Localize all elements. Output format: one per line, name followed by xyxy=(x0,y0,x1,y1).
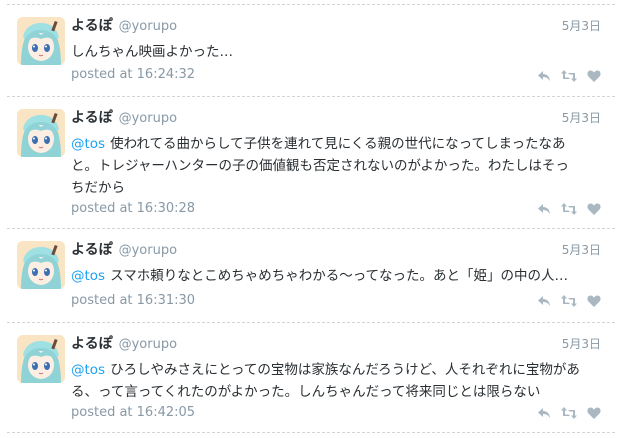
tweet-text-line: @tos 使われてる曲からして子供を連れて見にくる親の世代になってしまったなあ xyxy=(71,133,607,155)
tweet-text-segment: ひろしやみさえにとっての宝物は家族なんだろうけど、人それぞれに宝物があ xyxy=(110,362,580,378)
posted-time[interactable]: posted at 16:24:32 xyxy=(71,67,195,82)
user-avatar[interactable] xyxy=(17,17,65,65)
user-name[interactable]: よるぽ @yorupo xyxy=(71,239,177,259)
tweet-item[interactable]: よるぽ @yorupo 5月3日 @tos スマホ頼りなとこめちゃめちゃわかる〜って… xyxy=(7,228,615,321)
display-name[interactable]: よるぽ xyxy=(71,336,113,352)
favorite-icon[interactable] xyxy=(587,69,601,83)
posted-time[interactable]: posted at 16:31:30 xyxy=(71,293,195,308)
anime-avatar-icon xyxy=(17,241,65,289)
reply-icon[interactable] xyxy=(537,406,551,420)
user-handle[interactable]: @yorupo xyxy=(119,111,177,126)
retweet-icon[interactable] xyxy=(561,69,577,83)
tweet-actions xyxy=(537,406,603,420)
tweet-text-line: @tos ひろしやみさえにとっての宝物は家族なんだろうけど、人それぞれに宝物があ xyxy=(71,359,607,381)
anime-avatar-icon xyxy=(17,17,65,65)
tweet-actions xyxy=(537,202,603,216)
favorite-icon[interactable] xyxy=(587,202,601,216)
user-handle[interactable]: @yorupo xyxy=(119,243,177,258)
reply-icon[interactable] xyxy=(537,202,551,216)
tweet-actions xyxy=(537,69,603,83)
user-avatar[interactable] xyxy=(17,335,65,383)
tweet-text: @tos スマホ頼りなとこめちゃめちゃわかる〜ってなった。あと「姫」の中の人… xyxy=(71,265,607,287)
mention-link[interactable]: @tos xyxy=(71,362,105,378)
tweet-text: @tos ひろしやみさえにとっての宝物は家族なんだろうけど、人それぞれに宝物があ … xyxy=(71,359,607,403)
tweet-text: @tos 使われてる曲からして子供を連れて見にくる親の世代になってしまったなあ と… xyxy=(71,133,607,199)
divider xyxy=(7,432,615,433)
mention-link[interactable]: @tos xyxy=(71,268,105,284)
tweet-text-line: しんちゃん映画よかった… xyxy=(71,44,233,60)
tweet-date[interactable]: 5月3日 xyxy=(562,17,601,34)
user-name[interactable]: よるぽ @yorupo xyxy=(71,333,177,353)
retweet-icon[interactable] xyxy=(561,406,577,420)
display-name[interactable]: よるぽ xyxy=(71,18,113,34)
mention-link[interactable]: @tos xyxy=(71,136,105,152)
reply-icon[interactable] xyxy=(537,294,551,308)
tweet-text-line: る、って言ってくれたのがよかった。しんちゃんだって将来同じとは限らない xyxy=(71,384,541,400)
user-avatar[interactable] xyxy=(17,241,65,289)
anime-avatar-icon xyxy=(17,335,65,383)
reply-icon[interactable] xyxy=(537,69,551,83)
posted-time[interactable]: posted at 16:42:05 xyxy=(71,405,195,420)
tweet-text-line: と。トレジャーハンターの子の価値観も否定されないのがよかった。わたしはそっ xyxy=(71,158,569,174)
tweet-date[interactable]: 5月3日 xyxy=(562,109,601,126)
favorite-icon[interactable] xyxy=(587,294,601,308)
tweet-item[interactable]: よるぽ @yorupo 5月3日 @tos 使われてる曲からして子供を連れて見にくる… xyxy=(7,96,615,227)
tweet-date[interactable]: 5月3日 xyxy=(562,241,601,258)
tweet-actions xyxy=(537,294,603,308)
tweet-text-line: ちだから xyxy=(71,180,125,196)
user-handle[interactable]: @yorupo xyxy=(119,19,177,34)
user-avatar[interactable] xyxy=(17,109,65,157)
tweet-text-line: @tos スマホ頼りなとこめちゃめちゃわかる〜ってなった。あと「姫」の中の人… xyxy=(71,265,607,287)
tweet-date[interactable]: 5月3日 xyxy=(562,335,601,352)
tweet-text-segment: スマホ頼りなとこめちゃめちゃわかる〜ってなった。あと「姫」の中の人… xyxy=(110,268,569,284)
user-name[interactable]: よるぽ @yorupo xyxy=(71,15,177,35)
display-name[interactable]: よるぽ xyxy=(71,242,113,258)
user-name[interactable]: よるぽ @yorupo xyxy=(71,107,177,127)
timeline: よるぽ @yorupo 5月3日 しんちゃん映画よかった… posted at 1… xyxy=(0,0,624,438)
tweet-text: しんちゃん映画よかった… xyxy=(71,41,607,63)
tweet-item[interactable]: よるぽ @yorupo 5月3日 @tos ひろしやみさえにとっての宝物は家族なんだ… xyxy=(7,322,615,433)
tweet-text-segment: 使われてる曲からして子供を連れて見にくる親の世代になってしまったなあ xyxy=(110,136,566,152)
posted-time[interactable]: posted at 16:30:28 xyxy=(71,201,195,216)
retweet-icon[interactable] xyxy=(561,294,577,308)
user-handle[interactable]: @yorupo xyxy=(119,337,177,352)
retweet-icon[interactable] xyxy=(561,202,577,216)
display-name[interactable]: よるぽ xyxy=(71,110,113,126)
tweet-item[interactable]: よるぽ @yorupo 5月3日 しんちゃん映画よかった… posted at 1… xyxy=(7,4,615,97)
anime-avatar-icon xyxy=(17,109,65,157)
favorite-icon[interactable] xyxy=(587,406,601,420)
